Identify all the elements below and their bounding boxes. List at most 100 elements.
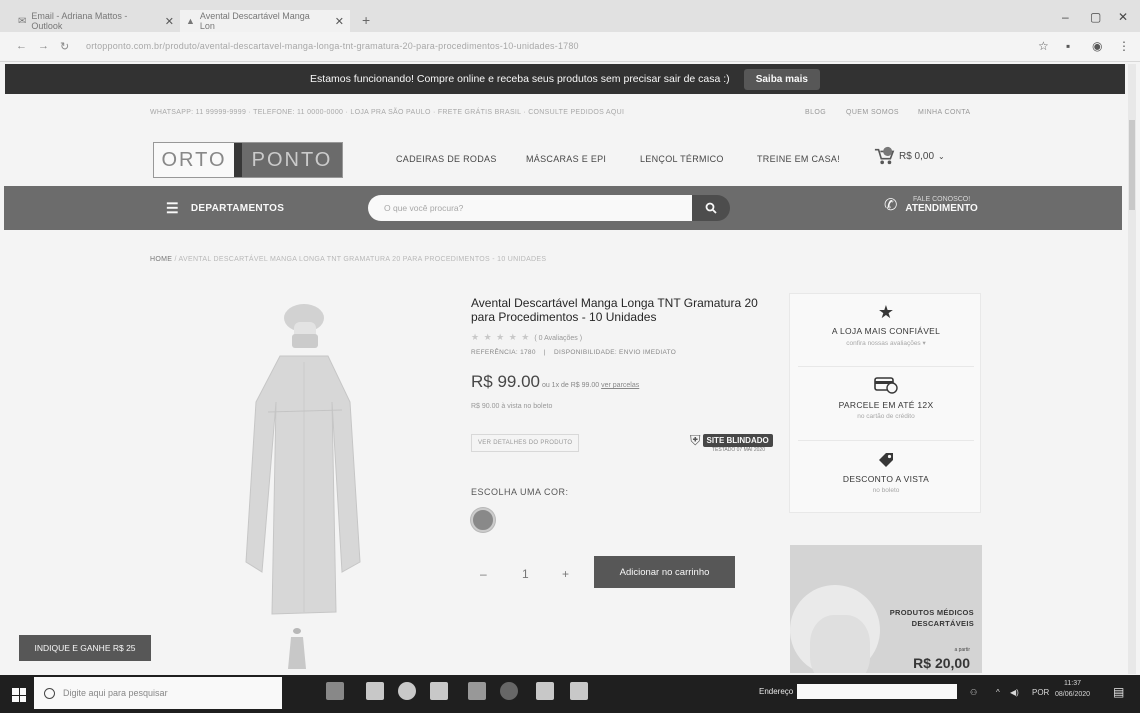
- back-icon[interactable]: ←: [16, 40, 27, 52]
- card-icon: [790, 376, 982, 396]
- people-icon[interactable]: ⚇: [970, 688, 977, 697]
- promo-button[interactable]: Saiba mais: [743, 68, 820, 90]
- installments-text: ou 1x de R$ 99.00: [540, 382, 602, 389]
- qty-plus-button[interactable]: +: [562, 567, 569, 581]
- logo-left: ORTO: [154, 143, 234, 177]
- link-minha-conta[interactable]: MINHA CONTA: [918, 109, 971, 116]
- menu-cadeiras[interactable]: CADEIRAS DE RODAS: [396, 154, 497, 164]
- cash-price: R$ 90.00 à vista no boleto: [471, 403, 553, 410]
- qty-input[interactable]: 1: [522, 567, 529, 581]
- search-icon: [705, 202, 717, 214]
- scrollbar-thumb[interactable]: [1129, 120, 1135, 210]
- chrome-icon[interactable]: [398, 682, 416, 700]
- volume-icon[interactable]: ◀): [1010, 688, 1019, 697]
- language-indicator[interactable]: POR: [1032, 688, 1049, 697]
- price-block: R$ 99.00 ou 1x de R$ 99.00 ver parcelas: [471, 372, 639, 392]
- contact-top: FALE CONOSCO!: [913, 196, 971, 203]
- breadcrumb: HOME / AVENTAL DESCARTÁVEL MANGA LONGA T…: [150, 256, 546, 263]
- search-button[interactable]: [692, 195, 730, 221]
- promo-text: Estamos funcionando! Compre online e rec…: [310, 73, 730, 85]
- departments-label: DEPARTAMENTOS: [190, 203, 285, 214]
- browser-tab-bar: ✉ Email - Adriana Mattos - Outlook ✕ ▲ A…: [0, 0, 1140, 32]
- tab-outlook[interactable]: ✉ Email - Adriana Mattos - Outlook ✕: [12, 10, 180, 32]
- trust-badges: ★ A LOJA MAIS CONFIÁVEL confira nossas a…: [789, 293, 981, 513]
- task-view-icon[interactable]: [326, 682, 344, 700]
- details-button[interactable]: VER DETALHES DO PRODUTO: [471, 434, 580, 452]
- taskbar-search[interactable]: Digite aqui para pesquisar: [34, 677, 282, 709]
- address-toolbar-input[interactable]: [797, 684, 958, 699]
- excel-icon[interactable]: [536, 682, 554, 700]
- discount-icon: [790, 450, 982, 470]
- divider: [798, 366, 974, 367]
- badge-title: A LOJA MAIS CONFIÁVEL: [831, 326, 941, 336]
- cart-total: R$ 0,00: [899, 150, 935, 162]
- tab-close-icon[interactable]: ✕: [335, 15, 344, 28]
- file-explorer-icon[interactable]: [366, 682, 384, 700]
- rating[interactable]: ★ ★ ★ ★ ★( 0 Avaliações ): [471, 332, 582, 343]
- site-blindado-sub: TESTADO 07 MAI 2020: [712, 447, 765, 453]
- app-icon[interactable]: [500, 682, 518, 700]
- product-image[interactable]: [232, 292, 392, 622]
- word-icon[interactable]: [570, 682, 588, 700]
- close-window-button[interactable]: ✕: [1118, 10, 1128, 24]
- add-to-cart-button[interactable]: Adicionar no carrinho: [594, 556, 735, 588]
- clock-date: 08/06/2020: [1055, 691, 1091, 698]
- badge-discount: DESCONTO A VISTA no boleto: [790, 450, 982, 494]
- top-info-text: WHATSAPP: 11 99999-9999 · TELEFONE: 11 0…: [150, 109, 625, 116]
- bookmark-star-icon[interactable]: ☆: [1038, 39, 1049, 53]
- banner-line1: PRODUTOS MÉDICOS: [889, 608, 974, 617]
- tab-title: Email - Adriana Mattos - Outlook: [31, 11, 128, 31]
- shield-icon: ⛨: [690, 432, 701, 448]
- new-tab-button[interactable]: +: [362, 12, 370, 28]
- store-icon[interactable]: [430, 682, 448, 700]
- installments-link[interactable]: ver parcelas: [601, 382, 639, 389]
- promo-ad-banner[interactable]: PRODUTOS MÉDICOS DESCARTÁVEIS a partir R…: [790, 545, 982, 673]
- app-icon[interactable]: [468, 682, 486, 700]
- product-title: Avental Descartável Manga Longa TNT Gram…: [471, 296, 758, 324]
- menu-dots-icon[interactable]: ⋮: [1118, 39, 1130, 53]
- badge-trusted[interactable]: ★ A LOJA MAIS CONFIÁVEL confira nossas a…: [790, 302, 982, 347]
- phone-icon: ✆: [884, 197, 898, 214]
- product-thumbnail[interactable]: [286, 625, 308, 673]
- url-field[interactable]: ortopponto.com.br/produto/avental-descar…: [86, 41, 579, 51]
- minimize-button[interactable]: –: [1062, 10, 1069, 24]
- profile-icon[interactable]: ◉: [1092, 39, 1102, 53]
- reload-icon[interactable]: ↻: [60, 40, 69, 53]
- tray-expand-icon[interactable]: ^: [996, 688, 1000, 697]
- color-label: ESCOLHA UMA COR:: [471, 487, 569, 497]
- logo-right: PONTO: [242, 143, 342, 177]
- banner-face-image: [810, 615, 870, 673]
- link-quem-somos[interactable]: QUEM SOMOS: [846, 109, 899, 116]
- breadcrumb-current: / AVENTAL DESCARTÁVEL MANGA LONGA TNT GR…: [172, 256, 547, 263]
- contact-button[interactable]: ✆ FALE CONOSCO! ATENDIMENTO: [884, 195, 978, 215]
- breadcrumb-home[interactable]: HOME: [150, 256, 172, 263]
- divider: [798, 440, 974, 441]
- tab-title: Avental Descartável Manga Lon: [199, 11, 310, 31]
- banner-price: R$ 20,00: [913, 655, 970, 671]
- color-swatch[interactable]: [471, 508, 495, 532]
- tab-close-icon[interactable]: ✕: [165, 15, 174, 28]
- promo-banner: Estamos funcionando! Compre online e rec…: [5, 64, 1125, 94]
- clock[interactable]: 11:37 08/06/2020: [1055, 678, 1090, 700]
- qty-minus-button[interactable]: –: [480, 567, 487, 581]
- extension-icon[interactable]: ▪: [1066, 39, 1070, 53]
- menu-mascaras[interactable]: MÁSCARAS E EPI: [526, 154, 606, 164]
- site-logo[interactable]: ORTO PONTO: [153, 142, 343, 178]
- banner-small: a partir: [954, 647, 970, 653]
- link-blog[interactable]: BLOG: [805, 109, 826, 116]
- restore-button[interactable]: ▢: [1090, 10, 1101, 24]
- product-reference: REFERÊNCIA: 1780: [471, 349, 536, 356]
- windows-start-icon[interactable]: [12, 688, 26, 702]
- cart-button[interactable]: R$ 0,00 ⌄: [873, 146, 945, 166]
- product-price: R$ 99.00: [471, 372, 540, 391]
- menu-lencol[interactable]: LENÇOL TÉRMICO: [640, 154, 724, 164]
- departments-button[interactable]: ☰ DEPARTAMENTOS: [166, 200, 284, 217]
- referral-button[interactable]: INDIQUE E GANHE R$ 25: [19, 635, 151, 661]
- forward-icon[interactable]: →: [38, 40, 49, 52]
- notifications-icon[interactable]: ▤: [1113, 685, 1124, 699]
- tab-product[interactable]: ▲ Avental Descartável Manga Lon ✕: [180, 10, 350, 32]
- menu-treine[interactable]: TREINE EM CASA!: [757, 154, 840, 164]
- star-icon: ★: [877, 302, 895, 322]
- badge-sub: no cartão de crédito: [857, 413, 915, 420]
- search-input[interactable]: O que você procura?: [368, 195, 692, 221]
